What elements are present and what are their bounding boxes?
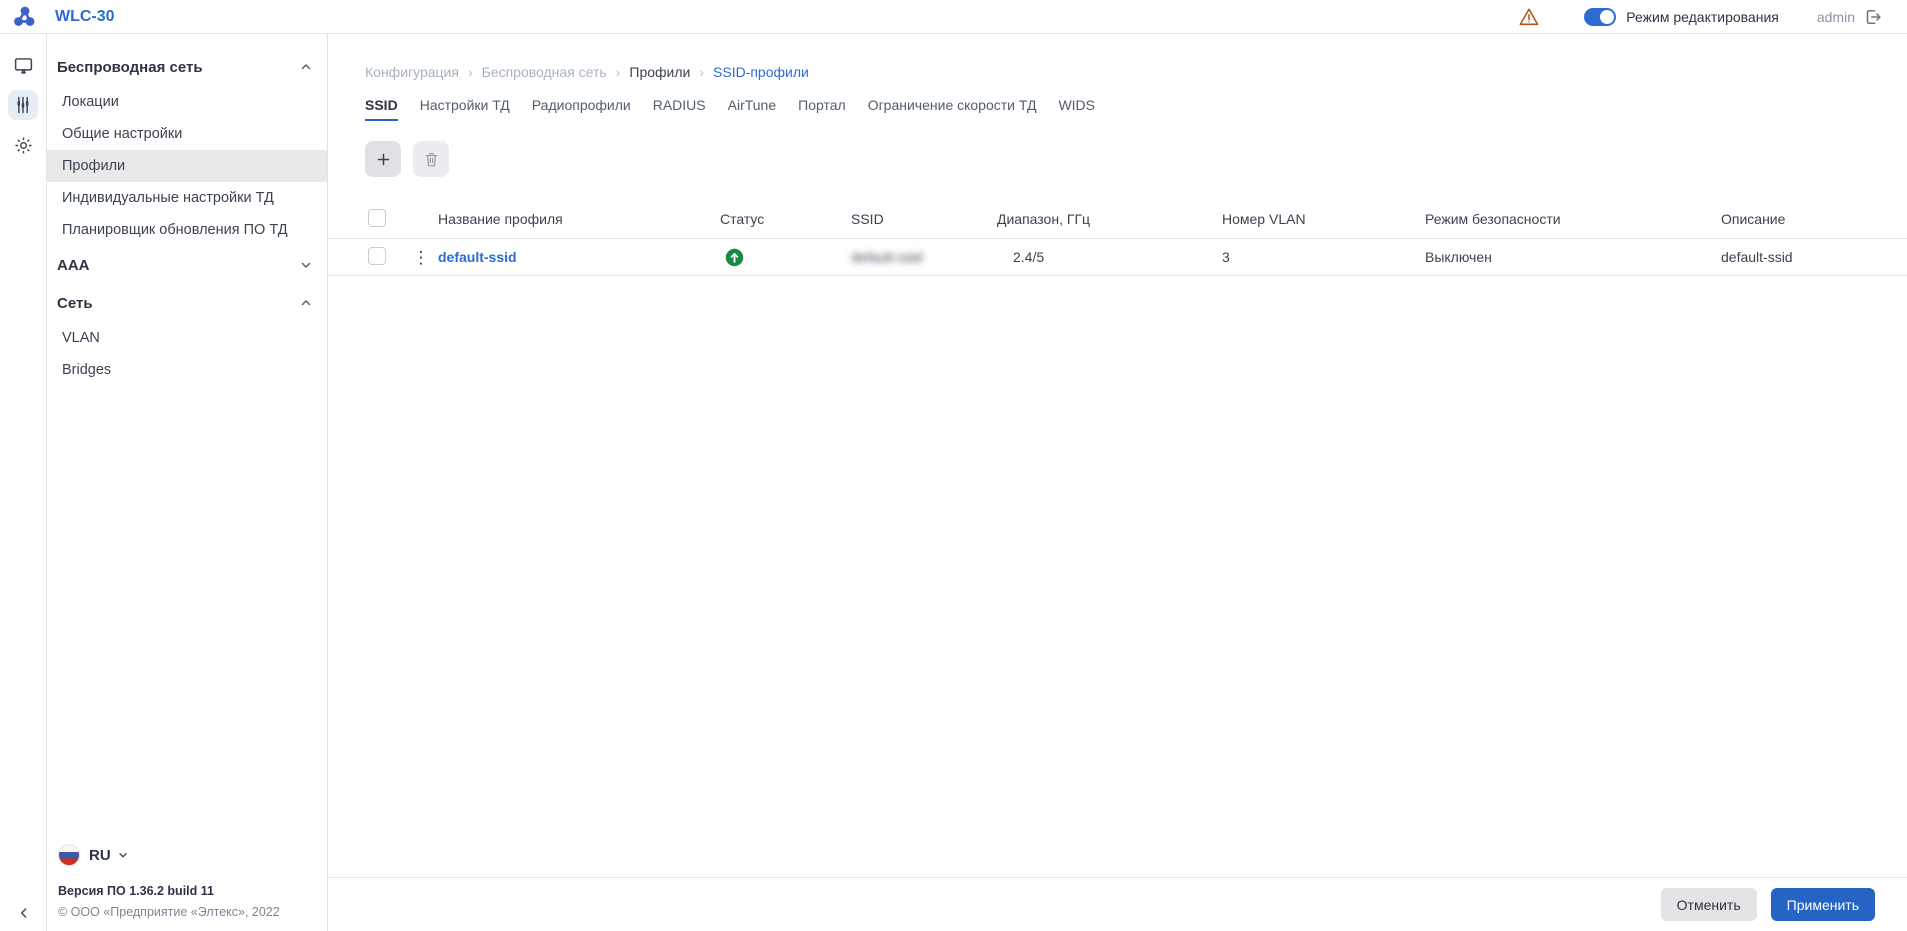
tab-ssid[interactable]: SSID	[365, 97, 398, 121]
col-header-description: Описание	[1721, 211, 1786, 227]
breadcrumb-separator: ›	[615, 64, 621, 80]
sidebar-item-firmware-scheduler[interactable]: Планировщик обновления ПО ТД	[47, 214, 327, 246]
col-header-band: Диапазон, ГГц	[997, 211, 1091, 227]
firmware-version: Версия ПО 1.36.2 build 11	[58, 884, 214, 898]
add-profile-button[interactable]	[365, 141, 401, 177]
settings-gear-icon[interactable]	[8, 130, 38, 160]
username: admin	[1816, 8, 1855, 25]
tab-airtune[interactable]: AirTune	[728, 97, 777, 121]
copyright: © ООО «Предприятие «Элтекс», 2022	[58, 905, 280, 919]
logout-icon[interactable]	[1863, 7, 1883, 27]
sidebar-item-bridges[interactable]: Bridges	[47, 354, 327, 386]
trash-icon	[425, 152, 437, 166]
ssid-profiles-table: Название профиля Статус SSID Диапазон, Г…	[328, 200, 1907, 276]
col-header-vlan: Номер VLAN	[1222, 211, 1306, 227]
monitoring-icon[interactable]	[8, 50, 38, 80]
select-all-checkbox[interactable]	[368, 208, 386, 227]
icon-rail	[0, 34, 47, 931]
ssid-value-redacted: default-ssid	[851, 249, 923, 265]
col-header-status: Статус	[720, 211, 765, 227]
breadcrumb-configuration[interactable]: Конфигурация	[365, 64, 459, 80]
description-value: default-ssid	[1721, 249, 1793, 265]
breadcrumb-separator: ›	[699, 64, 705, 80]
plus-icon	[377, 153, 389, 165]
top-bar: WLC-30 Режим редактирования admin	[0, 0, 1907, 34]
breadcrumb-ssid-profiles: SSID-профили	[713, 64, 809, 80]
sidebar-section-wireless[interactable]: Беспроводная сеть	[47, 48, 327, 86]
delete-profile-button[interactable]	[413, 141, 449, 177]
configuration-icon[interactable]	[8, 90, 38, 120]
table-header-row: Название профиля Статус SSID Диапазон, Г…	[328, 200, 1907, 238]
russian-flag-icon	[58, 844, 80, 866]
sidebar-section-network[interactable]: Сеть	[47, 284, 327, 322]
sidebar-nav: Беспроводная сеть Локации Общие настройк…	[47, 34, 328, 931]
apply-button[interactable]: Применить	[1770, 888, 1875, 921]
cancel-button[interactable]: Отменить	[1660, 888, 1757, 921]
edit-mode-label: Режим редактирования	[1626, 8, 1779, 25]
edit-mode-toggle[interactable]	[1584, 7, 1617, 26]
col-header-security: Режим безопасности	[1425, 211, 1561, 227]
table-toolbar	[365, 141, 1907, 177]
toggle-knob	[1600, 9, 1615, 24]
tab-ap-rate-limit[interactable]: Ограничение скорости ТД	[868, 97, 1037, 121]
breadcrumb-wireless[interactable]: Беспроводная сеть	[482, 64, 607, 80]
chevron-up-icon	[299, 296, 313, 310]
tab-radius[interactable]: RADIUS	[653, 97, 706, 121]
table-row: ⋮ default-ssid default-ssid 2.4/5 3 Выкл…	[328, 238, 1907, 276]
chevron-down-icon	[117, 849, 129, 861]
tab-ap-settings[interactable]: Настройки ТД	[420, 97, 510, 121]
tab-wids[interactable]: WIDS	[1058, 97, 1095, 121]
sidebar-item-locations[interactable]: Локации	[47, 86, 327, 118]
breadcrumb-profiles[interactable]: Профили	[629, 64, 690, 80]
section-label: Сеть	[57, 294, 93, 312]
sidebar-item-vlan[interactable]: VLAN	[47, 322, 327, 354]
col-header-ssid: SSID	[851, 211, 884, 227]
collapse-sidebar-icon[interactable]	[0, 905, 47, 921]
section-label: AAA	[57, 256, 90, 274]
tab-bar: SSID Настройки ТД Радиопрофили RADIUS Ai…	[365, 97, 1907, 121]
action-footer: Отменить Применить	[328, 877, 1907, 931]
language-code: RU	[89, 846, 111, 864]
logo-icon	[13, 6, 34, 26]
status-up-icon	[725, 248, 744, 267]
section-label: Беспроводная сеть	[57, 58, 203, 76]
breadcrumb-separator: ›	[467, 64, 473, 80]
row-checkbox[interactable]	[368, 246, 386, 265]
security-value: Выключен	[1425, 249, 1492, 265]
sidebar-item-general-settings[interactable]: Общие настройки	[47, 118, 327, 150]
row-menu-kebab-icon[interactable]: ⋮	[404, 249, 438, 266]
sidebar-item-individual-ap-settings[interactable]: Индивидуальные настройки ТД	[47, 182, 327, 214]
main-content: Конфигурация › Беспроводная сеть › Профи…	[328, 34, 1907, 931]
vlan-value: 3	[1222, 249, 1230, 265]
tab-radio-profiles[interactable]: Радиопрофили	[532, 97, 631, 121]
app-logo	[0, 5, 47, 29]
tab-portal[interactable]: Портал	[798, 97, 846, 121]
chevron-up-icon	[299, 60, 313, 74]
language-selector[interactable]: RU	[58, 844, 327, 866]
warning-icon[interactable]	[1518, 6, 1540, 28]
col-header-profile-name: Название профиля	[438, 211, 563, 227]
breadcrumb: Конфигурация › Беспроводная сеть › Профи…	[328, 34, 1907, 80]
sidebar-section-aaa[interactable]: AAA	[47, 246, 327, 284]
band-value: 2.4/5	[1013, 249, 1045, 265]
sidebar-item-profiles[interactable]: Профили	[47, 150, 327, 182]
profile-name-link[interactable]: default-ssid	[438, 249, 517, 265]
page-title: WLC-30	[55, 7, 115, 25]
chevron-down-icon	[299, 258, 313, 272]
